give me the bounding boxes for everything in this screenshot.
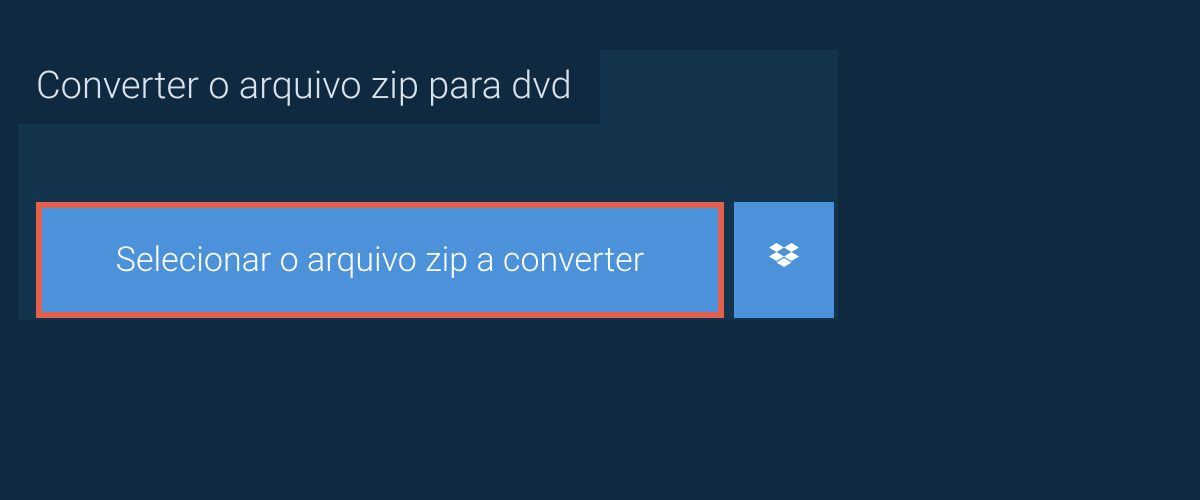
page-title: Converter o arquivo zip para dvd <box>18 50 600 124</box>
converter-panel: Converter o arquivo zip para dvd Selecio… <box>18 50 838 320</box>
button-row: Selecionar o arquivo zip a converter <box>36 202 834 318</box>
dropbox-button[interactable] <box>734 202 834 318</box>
select-file-button[interactable]: Selecionar o arquivo zip a converter <box>36 202 724 318</box>
select-file-label: Selecionar o arquivo zip a converter <box>116 240 644 280</box>
dropbox-icon <box>766 240 802 280</box>
